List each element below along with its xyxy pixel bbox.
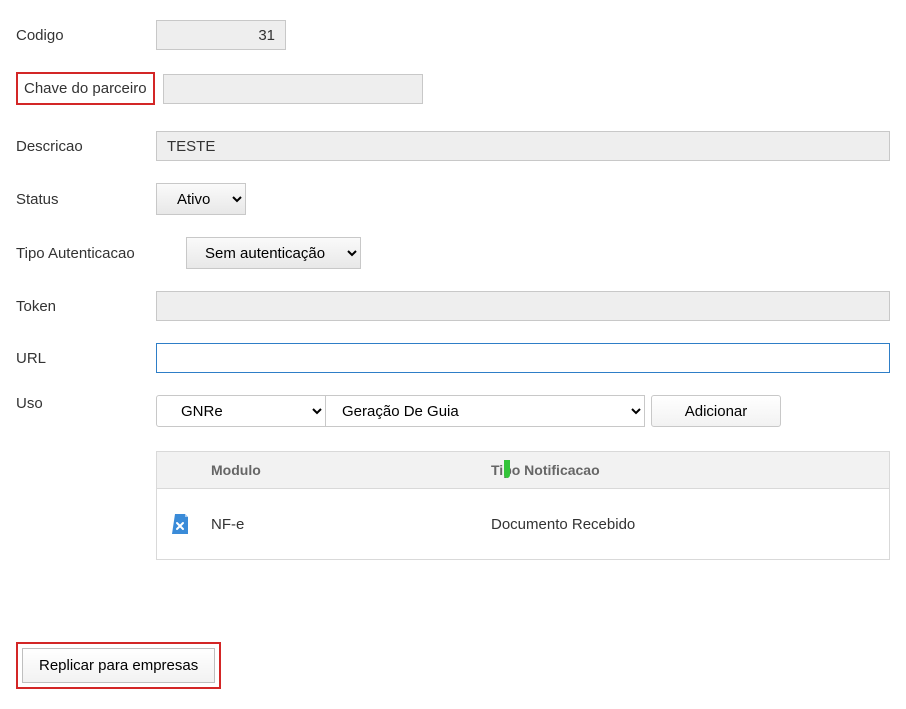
uso-grid: Modulo Tipo Notificacao NF- [156,451,890,560]
tipo-autenticacao-select[interactable]: Sem autenticação [186,237,361,269]
chave-parceiro-label: Chave do parceiro [16,72,155,105]
tipo-autenticacao-label: Tipo Autenticacao [16,245,186,262]
descricao-field[interactable] [156,131,890,161]
table-row: NF-e Documento Recebido [157,489,889,559]
token-field[interactable] [156,291,890,321]
token-label: Token [16,298,156,315]
chave-parceiro-field[interactable] [163,74,423,104]
cursor-overlay-icon [504,460,510,478]
uso-label: Uso [16,395,156,412]
url-field[interactable] [156,343,890,373]
delete-row-icon[interactable] [172,514,188,534]
status-select[interactable]: Ativo [156,183,246,215]
codigo-field[interactable] [156,20,286,50]
grid-header-modulo: Modulo [203,452,483,488]
replicar-empresas-button[interactable]: Replicar para empresas [22,648,215,683]
uso-modulo-select[interactable]: GNRe [156,395,326,427]
adicionar-button[interactable]: Adicionar [651,395,781,427]
uso-tipo-select[interactable]: Geração De Guia [325,395,645,427]
codigo-label: Codigo [16,27,156,44]
status-label: Status [16,191,156,208]
replicar-highlight-box: Replicar para empresas [16,642,221,689]
grid-cell-tipo: Documento Recebido [483,508,889,541]
grid-header-tipo: Tipo Notificacao [483,452,889,488]
grid-cell-modulo: NF-e [203,508,483,541]
url-label: URL [16,350,156,367]
descricao-label: Descricao [16,138,156,155]
